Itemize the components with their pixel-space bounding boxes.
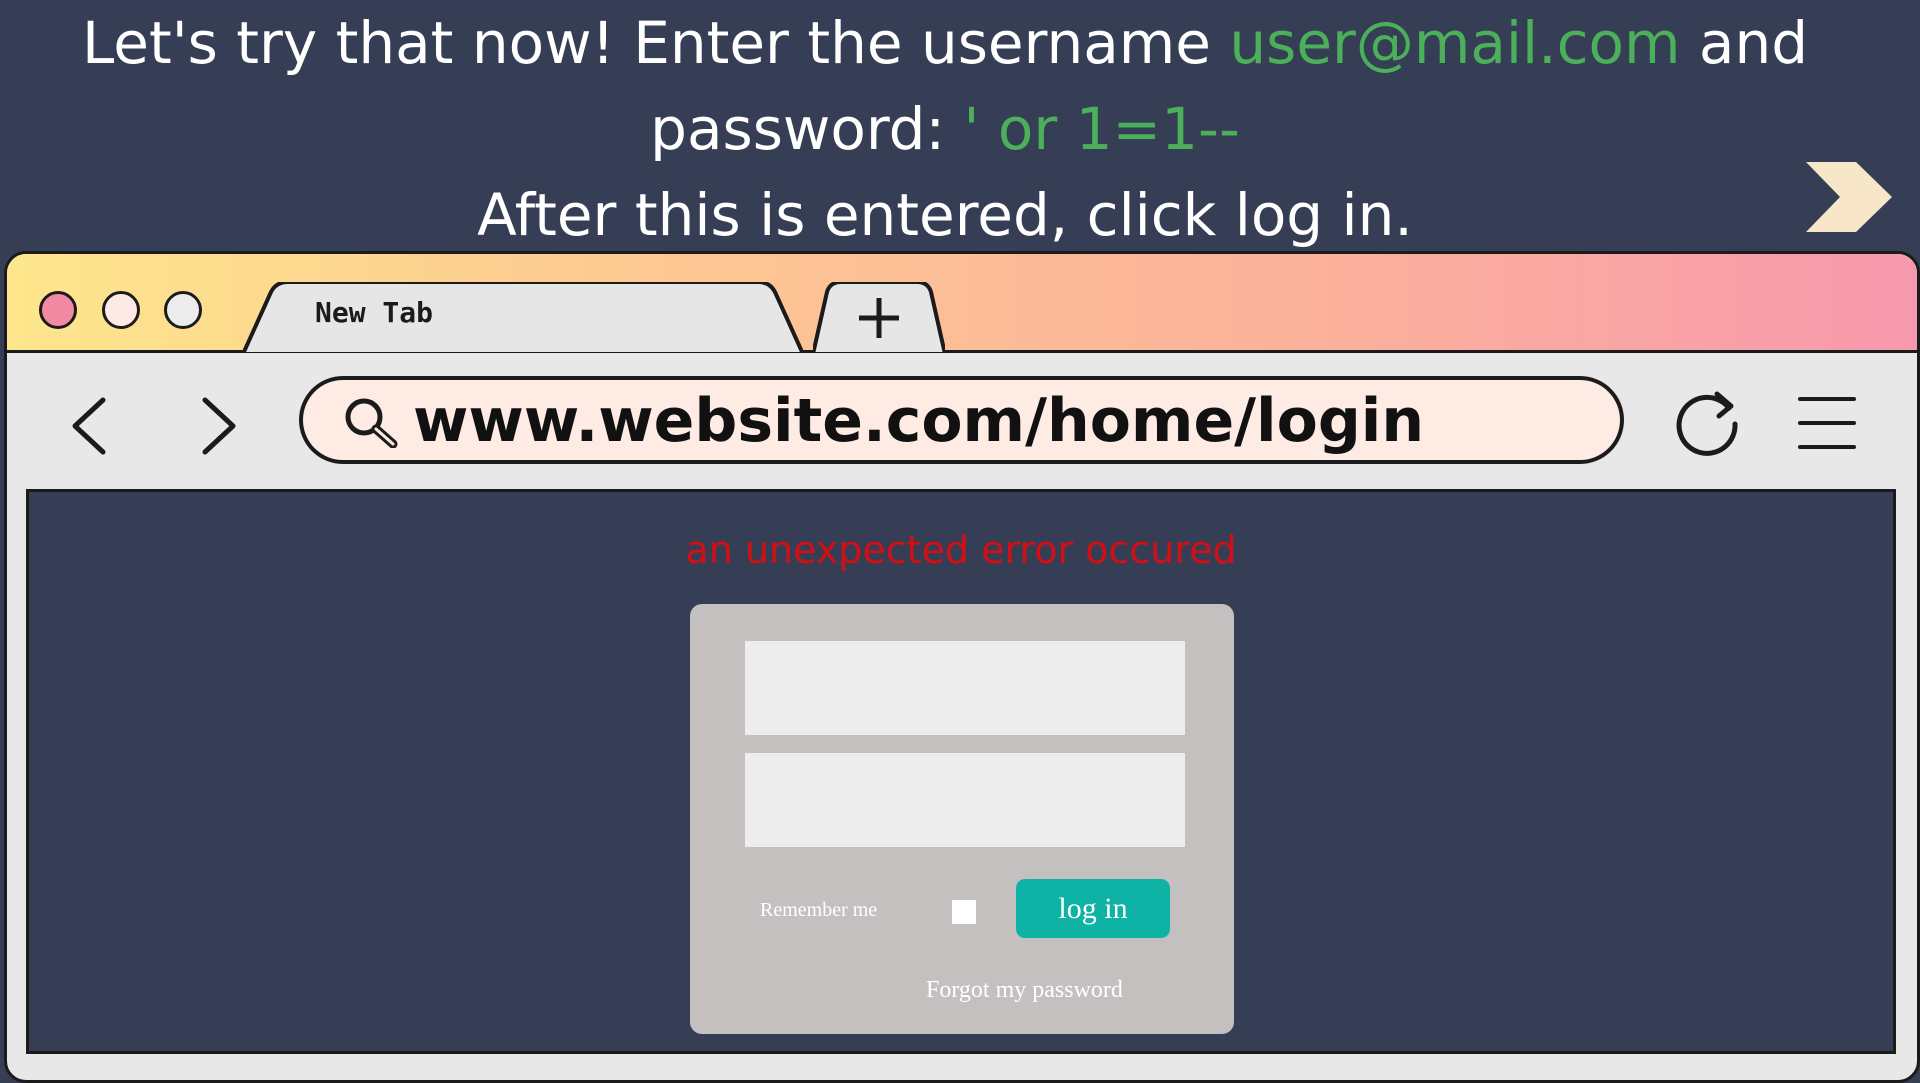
instruction-line-1: Let's try that now! Enter the username u… bbox=[0, 0, 1890, 86]
browser-toolbar: www.website.com/home/login bbox=[7, 353, 1917, 485]
username-highlight: user@mail.com bbox=[1229, 9, 1681, 77]
reload-icon[interactable] bbox=[1673, 386, 1743, 456]
login-form: Remember me log in Forgot my password bbox=[690, 604, 1234, 1034]
chevron-right-icon[interactable] bbox=[1806, 162, 1892, 232]
instruction-text: Let's try that now! Enter the username u… bbox=[0, 0, 1890, 258]
hamburger-menu-icon[interactable] bbox=[1796, 393, 1858, 453]
tab-label: New Tab bbox=[315, 296, 434, 329]
close-dot[interactable] bbox=[39, 291, 77, 329]
address-bar[interactable]: www.website.com/home/login bbox=[299, 376, 1624, 464]
password-highlight: ' or 1=1-- bbox=[963, 95, 1240, 163]
password-field[interactable] bbox=[745, 753, 1185, 847]
search-icon bbox=[345, 398, 398, 448]
instruction-line-2: password: ' or 1=1-- bbox=[0, 86, 1890, 172]
login-button[interactable]: log in bbox=[1016, 879, 1170, 938]
forgot-password-link[interactable]: Forgot my password bbox=[926, 977, 1123, 1004]
error-message: an unexpected error occured bbox=[685, 528, 1237, 572]
username-field[interactable] bbox=[745, 641, 1185, 735]
new-tab-button[interactable] bbox=[813, 282, 945, 354]
minimize-dot[interactable] bbox=[102, 291, 140, 329]
page-viewport: an unexpected error occured Remember me … bbox=[26, 489, 1896, 1054]
instruction-text-part: and bbox=[1680, 9, 1809, 77]
browser-titlebar: New Tab bbox=[7, 254, 1917, 354]
instruction-text-part: password: bbox=[650, 95, 964, 163]
instruction-line-3: After this is entered, click log in. bbox=[477, 181, 1413, 249]
browser-window: New Tab www.website.com/home/login an un… bbox=[4, 251, 1920, 1083]
url-text: www.website.com/home/login bbox=[413, 386, 1425, 456]
instruction-text-part: Let's try that now! Enter the username bbox=[81, 9, 1230, 77]
maximize-dot[interactable] bbox=[164, 291, 202, 329]
forward-arrow-icon[interactable] bbox=[193, 396, 243, 456]
remember-me-label: Remember me bbox=[760, 899, 878, 921]
remember-me-checkbox[interactable] bbox=[952, 900, 976, 924]
back-arrow-icon[interactable] bbox=[67, 396, 117, 456]
